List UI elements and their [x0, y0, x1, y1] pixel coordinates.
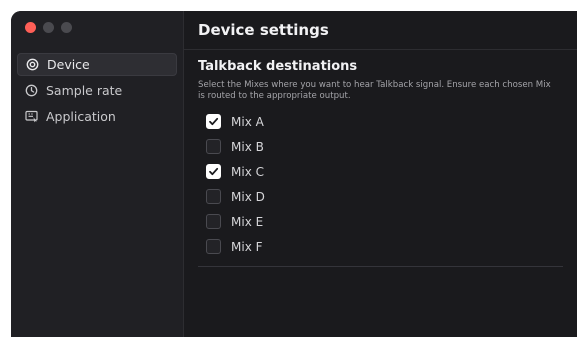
mix-label: Mix A: [231, 114, 264, 129]
mix-row-a[interactable]: Mix A: [206, 109, 563, 134]
zoom-window-button[interactable]: [61, 22, 72, 33]
checkmark-icon: [209, 167, 219, 176]
mix-list: Mix A Mix B Mix C Mix D Mix E Mix F: [198, 109, 563, 259]
mix-e-checkbox[interactable]: [206, 214, 221, 229]
sidebar-item-label: Sample rate: [46, 83, 123, 98]
mix-label: Mix F: [231, 239, 263, 254]
sidebar-item-device[interactable]: Device: [17, 53, 177, 76]
mix-row-c[interactable]: Mix C: [206, 159, 563, 184]
sidebar-item-sample-rate[interactable]: Sample rate: [17, 79, 177, 102]
talkback-section: Talkback destinations Select the Mixes w…: [184, 50, 577, 267]
mix-d-checkbox[interactable]: [206, 189, 221, 204]
mix-f-checkbox[interactable]: [206, 239, 221, 254]
minimize-window-button[interactable]: [43, 22, 54, 33]
mix-label: Mix B: [231, 139, 264, 154]
sidebar-item-label: Application: [46, 109, 116, 124]
app-window: Device Sample rate Application Device se…: [11, 11, 577, 337]
section-title: Talkback destinations: [198, 59, 358, 74]
application-icon: [25, 110, 38, 123]
mix-row-b[interactable]: Mix B: [206, 134, 563, 159]
mix-row-e[interactable]: Mix E: [206, 209, 563, 234]
mix-row-f[interactable]: Mix F: [206, 234, 563, 259]
mix-label: Mix D: [231, 189, 265, 204]
window-controls: [25, 22, 72, 33]
mix-a-checkbox[interactable]: [206, 114, 221, 129]
sidebar-item-application[interactable]: Application: [17, 105, 177, 128]
mix-b-checkbox[interactable]: [206, 139, 221, 154]
mix-label: Mix C: [231, 164, 264, 179]
mix-row-d[interactable]: Mix D: [206, 184, 563, 209]
main-panel: Device settings Talkback destinations Se…: [184, 11, 577, 337]
sidebar: Device Sample rate Application: [11, 11, 184, 337]
clock-icon: [25, 84, 38, 97]
device-icon: [26, 58, 39, 71]
mix-label: Mix E: [231, 214, 264, 229]
mix-c-checkbox[interactable]: [206, 164, 221, 179]
checkmark-icon: [209, 117, 219, 126]
section-divider: [198, 266, 563, 267]
sidebar-item-label: Device: [47, 57, 90, 72]
close-window-button[interactable]: [25, 22, 36, 33]
page-title: Device settings: [184, 11, 577, 50]
sidebar-nav: Device Sample rate Application: [17, 53, 177, 131]
section-description: Select the Mixes where you want to hear …: [198, 80, 551, 101]
